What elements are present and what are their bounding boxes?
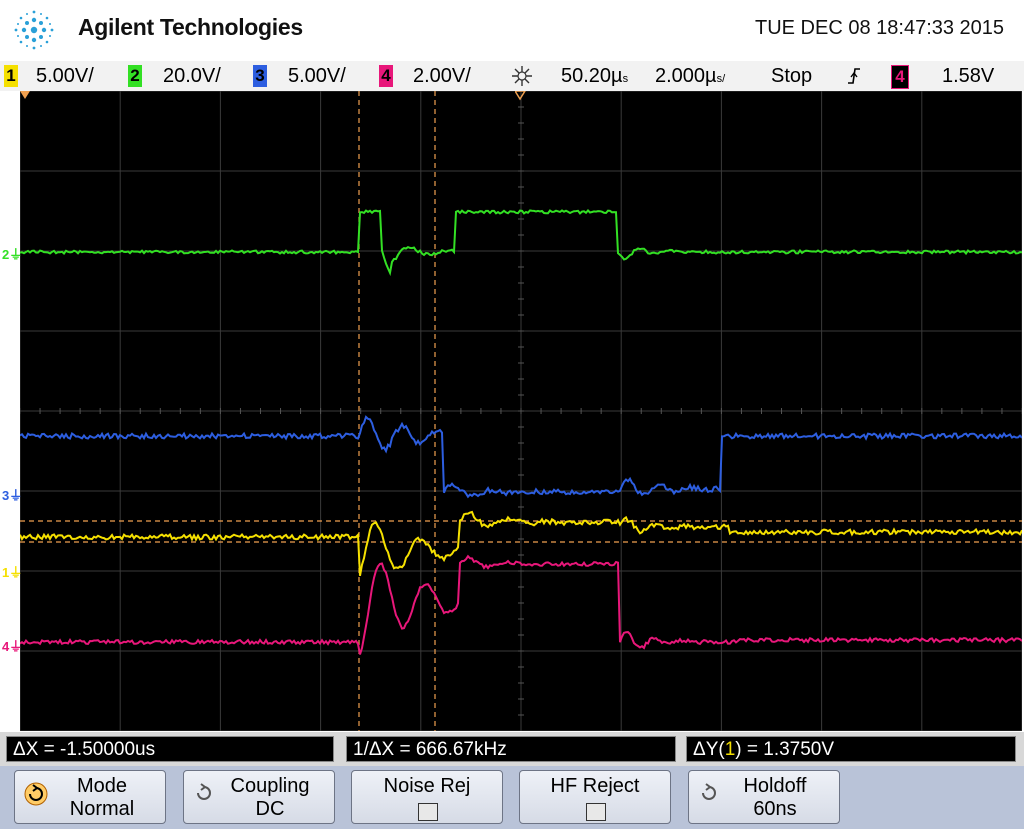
channel-1-badge[interactable]: 1 <box>4 65 18 87</box>
trigger-position-icon <box>515 91 527 101</box>
channel-4-scale[interactable]: 2.00V/ <box>413 65 471 87</box>
measurement-bar: ΔX = -1.50000us 1/ΔX = 666.67kHz ΔY(1) =… <box>0 732 1024 766</box>
coupling-value: DC <box>206 798 334 821</box>
delta-y-readout: ΔY(1) = 1.3750V <box>686 736 1016 762</box>
coupling-title: Coupling <box>206 775 334 798</box>
rising-edge-icon <box>846 66 862 86</box>
waveform-svg <box>20 91 1022 731</box>
noise-reject-title: Noise Rej <box>352 775 502 798</box>
channel-1-ground-marker[interactable]: 1⏚ <box>2 562 22 581</box>
left-arrow-icon <box>20 91 32 101</box>
noise-reject-softkey[interactable]: Noise Rej <box>351 770 503 824</box>
noise-reject-checkbox[interactable] <box>418 803 438 821</box>
trigger-source-badge[interactable]: 4 <box>891 65 909 89</box>
timebase-unit: s/ <box>717 73 726 85</box>
channel-3-ground-marker[interactable]: 3⏚ <box>2 485 22 504</box>
channel-4-badge[interactable]: 4 <box>379 65 393 87</box>
trigger-level[interactable]: 1.58V <box>942 65 994 87</box>
delta-y-channel: 1 <box>725 739 736 760</box>
brand-name: Agilent Technologies <box>78 14 303 41</box>
delta-x-readout: ΔX = -1.50000us <box>6 736 334 762</box>
hf-reject-softkey[interactable]: HF Reject <box>519 770 671 824</box>
hf-reject-checkbox[interactable] <box>586 803 606 821</box>
agilent-logo-icon <box>8 6 60 54</box>
softkey-bar: Mode Normal Coupling DC Noise Rej HF Rej… <box>0 766 1024 829</box>
delay-sun-icon <box>510 64 534 88</box>
mode-value: Normal <box>39 798 165 821</box>
waveform-display[interactable] <box>20 91 1022 731</box>
holdoff-value: 60ns <box>711 798 839 821</box>
mode-softkey[interactable]: Mode Normal <box>14 770 166 824</box>
channel-2-scale[interactable]: 20.0V/ <box>163 65 221 87</box>
channel-1-scale[interactable]: 5.00V/ <box>36 65 94 87</box>
title-bar: Agilent Technologies TUE DEC 08 18:47:33… <box>0 0 1024 60</box>
hf-reject-title: HF Reject <box>520 775 670 798</box>
inverse-delta-x-readout: 1/ΔX = 666.67kHz <box>346 736 676 762</box>
channel-2-badge[interactable]: 2 <box>128 65 142 87</box>
holdoff-softkey[interactable]: Holdoff 60ns <box>688 770 840 824</box>
run-state[interactable]: Stop <box>771 65 812 87</box>
timebase-scale[interactable]: 2.000µs/ <box>655 65 725 90</box>
channel-3-badge[interactable]: 3 <box>253 65 267 87</box>
date-time: TUE DEC 08 18:47:33 2015 <box>755 17 1004 40</box>
mode-title: Mode <box>39 775 165 798</box>
coupling-softkey[interactable]: Coupling DC <box>183 770 335 824</box>
channel-4-ground-marker[interactable]: 4⏚ <box>2 636 22 655</box>
delay-value: 50.20µ <box>561 65 623 87</box>
holdoff-title: Holdoff <box>711 775 839 798</box>
channel-3-scale[interactable]: 5.00V/ <box>288 65 346 87</box>
graticule-grid <box>20 91 1022 731</box>
timebase-value: 2.000µ <box>655 65 717 87</box>
channel-2-ground-marker[interactable]: 2⏚ <box>2 244 22 263</box>
delay-unit: s <box>623 73 629 85</box>
channel-status-bar: 1 5.00V/ 2 20.0V/ 3 5.00V/ 4 2.00V/ 50.2… <box>0 61 1024 91</box>
horizontal-delay[interactable]: 50.20µs <box>561 65 628 90</box>
